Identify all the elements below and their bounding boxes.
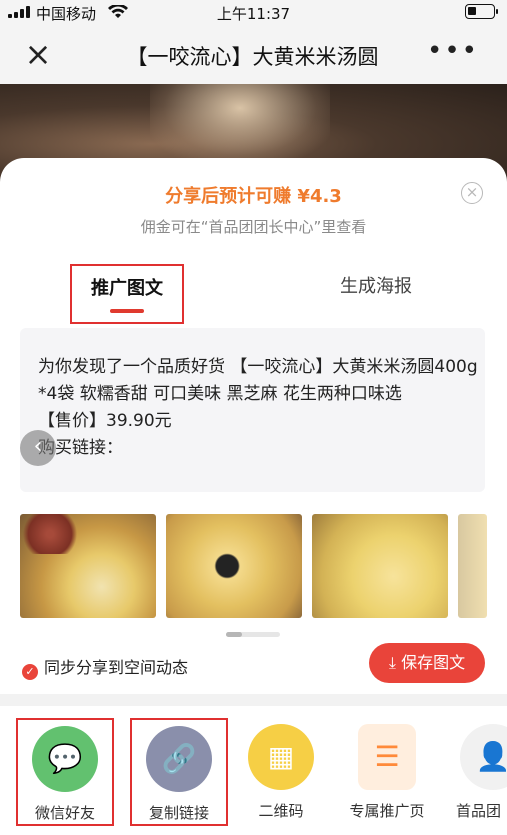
user-icon: 👤 (460, 724, 507, 790)
promo-text-line: 为你发现了一个品质好货 【一咬流心】大黄米米汤圆400g*4袋 软糯香甜 可口美… (38, 357, 478, 404)
earn-subtitle: 佣金可在“首品团团长中心”里查看 (140, 218, 367, 236)
share-label: 专属推广页 (349, 802, 425, 820)
more-icon[interactable]: ••• (427, 36, 479, 66)
share-promo-page[interactable]: ☰ 专属推广页 (338, 718, 436, 821)
page-title: 【一咬流心】大黄米米汤圆 (126, 45, 379, 69)
tab-active-indicator (110, 309, 144, 313)
check-icon: ✓ (22, 664, 38, 680)
nav-bar: × 【一咬流心】大黄米米汤圆 ••• (0, 24, 507, 84)
promo-page-icon: ☰ (358, 724, 416, 790)
tab-generate-poster-label: 生成海报 (340, 276, 412, 297)
image-scroll-indicator (226, 632, 280, 637)
promo-text-line: 【售价】39.90元 (38, 411, 172, 431)
promo-text-line: 购买链接： (38, 438, 123, 458)
product-image[interactable] (312, 514, 448, 618)
promo-text-box[interactable]: 为你发现了一个品质好货 【一咬流心】大黄米米汤圆400g*4袋 软糯香甜 可口美… (20, 328, 485, 492)
sync-label: 同步分享到空间动态 (44, 658, 189, 677)
divider (0, 694, 507, 706)
share-shoupintuan[interactable]: 👤 首品团 (444, 718, 507, 821)
earn-headline: 分享后预计可赚 ¥4.3 (165, 186, 342, 207)
share-qrcode[interactable]: ▦ 二维码 (232, 718, 330, 821)
share-sheet: 分享后预计可赚 ¥4.3 佣金可在“首品团团长中心”里查看 × 推广图文 生成海… (0, 158, 507, 835)
share-label: 复制链接 (148, 804, 209, 822)
status-bar: 中国移动 上午11:37 (0, 0, 507, 24)
chevron-left-icon[interactable]: ‹ (20, 430, 56, 466)
qrcode-icon: ▦ (248, 724, 314, 790)
share-copy-link[interactable]: 🔗 复制链接 (130, 718, 228, 826)
share-label: 二维码 (258, 802, 304, 820)
download-icon: ⤓ (388, 653, 402, 672)
share-wechat-friend[interactable]: 💬 微信好友 (16, 718, 114, 826)
product-image[interactable] (20, 514, 156, 618)
save-label: 保存图文 (401, 653, 466, 672)
sync-space-checkbox[interactable]: ✓ 同步分享到空间动态 (22, 654, 188, 680)
save-image-text-button[interactable]: ⤓ 保存图文 (369, 643, 485, 683)
close-sheet-icon[interactable]: × (461, 182, 483, 204)
wechat-icon: 💬 (32, 726, 98, 792)
share-label: 首品团 (456, 802, 502, 820)
product-image[interactable] (458, 514, 487, 618)
close-icon[interactable]: × (22, 38, 54, 70)
share-label: 微信好友 (34, 804, 95, 822)
tab-promo-text-label: 推广图文 (91, 278, 163, 299)
product-image[interactable] (166, 514, 302, 618)
link-icon: 🔗 (146, 726, 212, 792)
tab-generate-poster[interactable]: 生成海报 (340, 272, 412, 298)
tab-promo-text[interactable]: 推广图文 (70, 264, 184, 324)
status-time: 上午11:37 (216, 5, 291, 23)
battery-icon (465, 4, 498, 19)
